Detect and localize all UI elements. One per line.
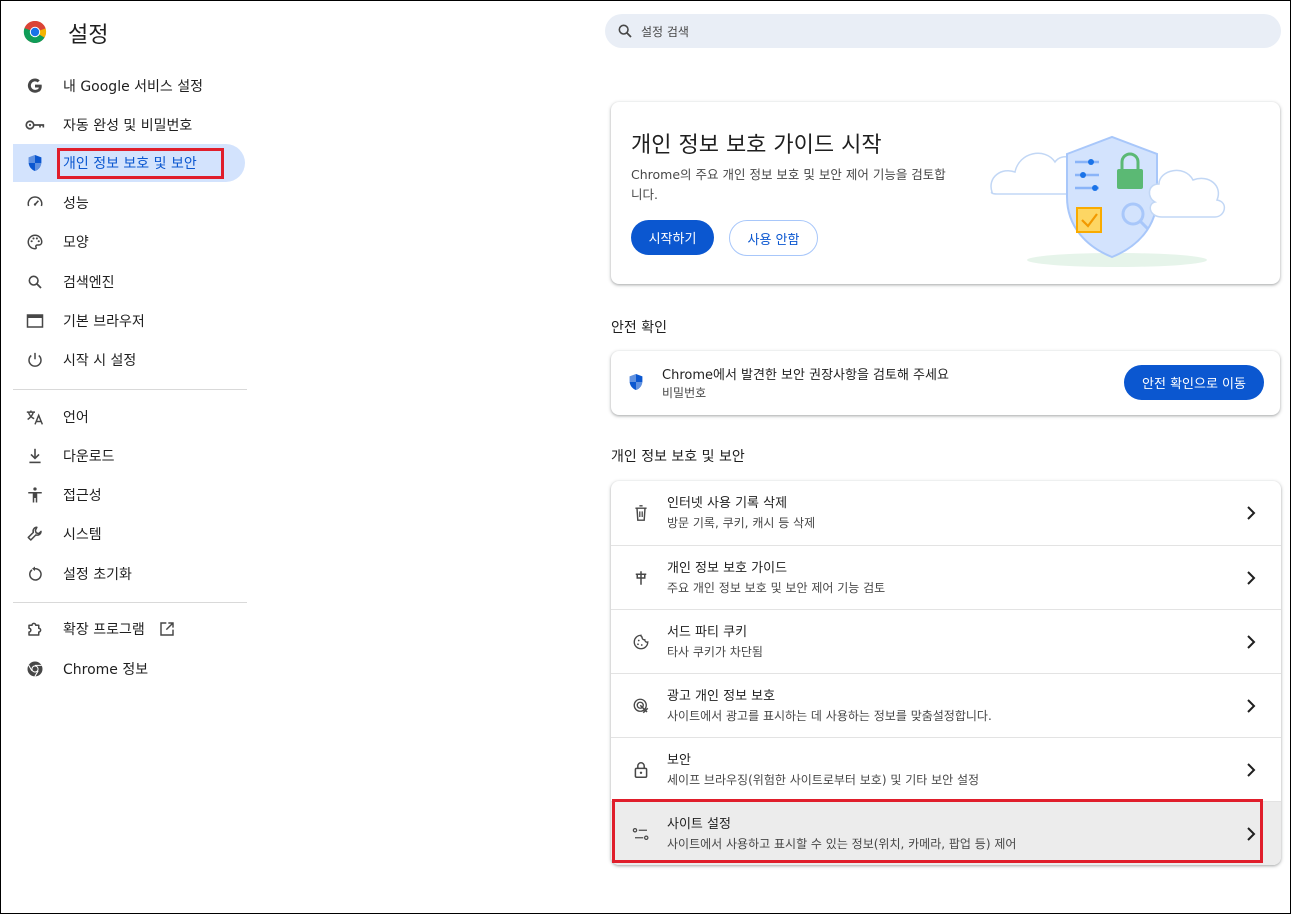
accessibility-icon xyxy=(25,485,45,505)
sidebar-item-reset[interactable]: 설정 초기화 xyxy=(13,555,245,593)
row-subtitle: 주요 개인 정보 보호 및 보안 제어 기능 검토 xyxy=(667,581,886,595)
sidebar-item-label: 기본 브라우저 xyxy=(63,314,145,330)
row-subtitle: 사이트에서 광고를 표시하는 데 사용하는 정보를 맞춤설정합니다. xyxy=(667,709,992,723)
chevron-right-icon xyxy=(1241,763,1261,777)
translate-icon xyxy=(25,407,45,427)
row-title: 보안 xyxy=(667,753,691,768)
reset-icon xyxy=(25,564,45,584)
sidebar-item-label: 설정 초기화 xyxy=(63,567,132,583)
sidebar-item-label: 성능 xyxy=(63,196,89,212)
sidebar-item-appearance[interactable]: 모양 xyxy=(13,223,245,261)
sidebar-item-default-browser[interactable]: 기본 브라우저 xyxy=(13,302,245,340)
lock-icon xyxy=(631,760,651,780)
sidebar-item-label: 검색엔진 xyxy=(63,275,115,291)
sidebar-item-autofill[interactable]: 자동 완성 및 비밀번호 xyxy=(13,106,245,144)
sidebar-item-label: 내 Google 서비스 설정 xyxy=(63,79,203,95)
sidebar-divider xyxy=(13,389,247,390)
chevron-right-icon xyxy=(1241,571,1261,585)
sidebar-item-label: 확장 프로그램 xyxy=(63,622,145,638)
shield-icon xyxy=(25,153,45,173)
power-icon xyxy=(25,350,45,370)
row-title: 광고 개인 정보 보호 xyxy=(667,689,776,704)
search-input[interactable]: 설정 검색 xyxy=(641,23,689,40)
search-bar[interactable]: 설정 검색 xyxy=(605,14,1281,48)
browser-window-icon xyxy=(25,311,45,331)
sidebar-item-label: 시작 시 설정 xyxy=(63,353,137,369)
trash-icon xyxy=(631,503,651,523)
ad-privacy-icon xyxy=(631,696,651,716)
safety-check-button[interactable]: 안전 확인으로 이동 xyxy=(1124,365,1264,400)
external-link-icon xyxy=(159,621,175,637)
sidebar-item-label: 다운로드 xyxy=(63,449,115,465)
puzzle-icon xyxy=(25,619,45,639)
sidebar-item-search-engine[interactable]: 검색엔진 xyxy=(13,263,245,301)
safety-check-section-title: 안전 확인 xyxy=(611,320,667,336)
sidebar-divider xyxy=(13,602,247,603)
cookie-icon xyxy=(631,632,651,652)
sidebar-item-languages[interactable]: 언어 xyxy=(13,398,245,436)
row-title: 개인 정보 보호 가이드 xyxy=(667,561,788,576)
chevron-right-icon xyxy=(1241,635,1261,649)
sidebar-item-label: 접근성 xyxy=(63,488,102,504)
search-icon xyxy=(25,272,45,292)
chevron-right-icon xyxy=(1241,506,1261,520)
google-g-icon xyxy=(25,76,45,96)
sidebar-item-label: 자동 완성 및 비밀번호 xyxy=(63,118,193,134)
row-title: 서드 파티 쿠키 xyxy=(667,625,748,640)
sidebar-item-google-services[interactable]: 내 Google 서비스 설정 xyxy=(13,67,245,105)
page-title: 설정 xyxy=(68,23,109,48)
chrome-icon xyxy=(25,659,45,679)
safety-check-card: Chrome에서 발견한 보안 권장사항을 검토해 주세요 비밀번호 안전 확인… xyxy=(611,351,1280,415)
dismiss-guide-button[interactable]: 사용 안함 xyxy=(729,220,818,256)
safety-check-subtext: 비밀번호 xyxy=(662,386,707,400)
start-guide-button[interactable]: 시작하기 xyxy=(631,220,714,255)
row-subtitle: 세이프 브라우징(위험한 사이트로부터 보호) 및 기타 보안 설정 xyxy=(667,773,980,787)
shield-icon xyxy=(628,373,644,391)
row-title: 인터넷 사용 기록 삭제 xyxy=(667,496,788,511)
chevron-right-icon xyxy=(1241,699,1261,713)
key-icon xyxy=(25,115,45,135)
privacy-guide-icon xyxy=(631,568,651,588)
sidebar-item-startup[interactable]: 시작 시 설정 xyxy=(13,341,245,379)
ad-privacy-row[interactable]: 광고 개인 정보 보호사이트에서 광고를 표시하는 데 사용하는 정보를 맞춤설… xyxy=(611,673,1281,738)
safety-check-text: Chrome에서 발견한 보안 권장사항을 검토해 주세요 xyxy=(662,368,949,383)
row-subtitle: 방문 기록, 쿠키, 캐시 등 삭제 xyxy=(667,516,816,530)
palette-icon xyxy=(25,232,45,252)
speedometer-icon xyxy=(25,193,45,213)
third-party-cookies-row[interactable]: 서드 파티 쿠키타사 쿠키가 차단됨 xyxy=(611,609,1281,674)
sidebar-item-label: 모양 xyxy=(63,235,89,251)
search-icon xyxy=(617,23,633,39)
sidebar-item-about-chrome[interactable]: Chrome 정보 xyxy=(13,650,245,688)
clear-browsing-data-row[interactable]: 인터넷 사용 기록 삭제방문 기록, 쿠키, 캐시 등 삭제 xyxy=(611,481,1281,545)
security-row[interactable]: 보안세이프 브라우징(위험한 사이트로부터 보호) 및 기타 보안 설정 xyxy=(611,737,1281,802)
download-icon xyxy=(25,446,45,466)
privacy-guide-description: Chrome의 주요 개인 정보 보호 및 보안 제어 기능을 검토합 니다. xyxy=(631,167,946,202)
privacy-guide-illustration xyxy=(987,122,1247,267)
highlight-box-site-settings xyxy=(612,799,1263,863)
sidebar-item-label: 언어 xyxy=(63,410,89,426)
row-subtitle: 타사 쿠키가 차단됨 xyxy=(667,645,763,659)
sidebar-item-accessibility[interactable]: 접근성 xyxy=(13,476,245,514)
sidebar-item-system[interactable]: 시스템 xyxy=(13,515,245,553)
sidebar-item-label: Chrome 정보 xyxy=(63,662,149,678)
sidebar-item-label: 시스템 xyxy=(63,527,102,543)
sidebar-item-downloads[interactable]: 다운로드 xyxy=(13,437,245,475)
sidebar-item-performance[interactable]: 성능 xyxy=(13,184,245,222)
sidebar-item-extensions[interactable]: 확장 프로그램 xyxy=(13,610,213,648)
highlight-box-privacy xyxy=(57,148,224,179)
privacy-guide-title: 개인 정보 보호 가이드 시작 xyxy=(631,133,882,158)
wrench-icon xyxy=(25,524,45,544)
privacy-guide-row[interactable]: 개인 정보 보호 가이드주요 개인 정보 보호 및 보안 제어 기능 검토 xyxy=(611,545,1281,610)
chrome-logo xyxy=(23,20,47,44)
privacy-guide-card: 개인 정보 보호 가이드 시작 Chrome의 주요 개인 정보 보호 및 보안… xyxy=(611,102,1280,284)
privacy-section-title: 개인 정보 보호 및 보안 xyxy=(611,449,745,465)
